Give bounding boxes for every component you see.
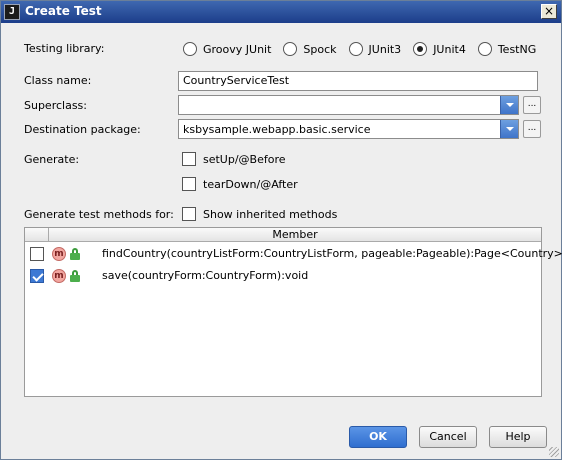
superclass-label: Superclass:	[24, 99, 87, 112]
method-icon: m	[52, 269, 66, 283]
radio-label: Groovy JUnit	[203, 42, 272, 56]
method-signature: save(countryForm:CountryForm):void	[102, 269, 309, 282]
method-signature: findCountry(countryListForm:CountryListF…	[102, 247, 562, 260]
dropdown-arrow-icon[interactable]	[500, 96, 518, 114]
setup-checkbox[interactable]	[182, 152, 196, 166]
class-name-label: Class name:	[24, 74, 92, 87]
table-row[interactable]: m save(countryForm:CountryForm):void	[25, 265, 541, 287]
public-lock-icon	[70, 248, 80, 260]
table-header: Member	[25, 228, 541, 242]
class-name-input[interactable]: CountryServiceTest	[178, 71, 538, 91]
member-table[interactable]: Member m findCountry(countryListForm:Cou…	[24, 227, 562, 397]
testing-library-radio-group: Groovy JUnit Spock JUnit3 JUnit4 TestNG	[183, 39, 548, 59]
intellij-app-icon: J	[4, 4, 20, 20]
table-row[interactable]: m findCountry(countryListForm:CountryLis…	[25, 243, 562, 265]
radio-label: Spock	[303, 42, 337, 56]
radio-label: JUnit4	[433, 42, 466, 56]
teardown-checkbox[interactable]	[182, 177, 196, 191]
row-checkbox[interactable]	[30, 269, 44, 283]
radio-groovy-junit[interactable]: Groovy JUnit	[183, 42, 271, 56]
testing-library-label: Testing library:	[24, 42, 105, 55]
radio-button[interactable]	[348, 42, 363, 56]
resize-grip-icon[interactable]	[549, 447, 559, 457]
superclass-combo[interactable]	[178, 95, 519, 115]
checkbox-column-header[interactable]	[25, 228, 49, 241]
cancel-button[interactable]: Cancel	[419, 426, 477, 448]
radio-junit3[interactable]: JUnit3	[348, 42, 402, 56]
dropdown-arrow-icon[interactable]	[500, 120, 518, 138]
close-button[interactable]: ×	[541, 4, 557, 19]
radio-spock[interactable]: Spock	[283, 42, 337, 56]
destination-package-browse-button[interactable]: ...	[523, 120, 541, 138]
radio-junit4[interactable]: JUnit4	[413, 42, 466, 56]
method-icon: m	[52, 247, 66, 261]
radio-button[interactable]	[413, 42, 428, 56]
radio-testng[interactable]: TestNG	[477, 42, 537, 56]
superclass-browse-button[interactable]: ...	[523, 96, 541, 114]
destination-package-value: ksbysample.webapp.basic.service	[183, 123, 371, 136]
radio-button[interactable]	[477, 42, 492, 56]
member-column-header[interactable]: Member	[49, 228, 541, 241]
teardown-label: tearDown/@After	[203, 178, 298, 191]
radio-button[interactable]	[283, 42, 298, 56]
destination-package-combo[interactable]: ksbysample.webapp.basic.service	[178, 119, 519, 139]
show-inherited-label: Show inherited methods	[203, 208, 338, 221]
window-title: Create Test	[25, 4, 102, 18]
public-lock-icon	[70, 270, 80, 282]
generate-methods-label: Generate test methods for:	[24, 208, 174, 221]
ok-button[interactable]: OK	[349, 426, 407, 448]
radio-button[interactable]	[183, 42, 197, 56]
radio-label: JUnit3	[368, 42, 402, 56]
create-test-dialog: J Create Test × Testing library: Groovy …	[0, 0, 562, 460]
generate-label: Generate:	[24, 153, 80, 166]
setup-label: setUp/@Before	[203, 153, 286, 166]
show-inherited-checkbox[interactable]	[182, 207, 196, 221]
destination-package-label: Destination package:	[24, 123, 141, 136]
title-bar[interactable]: J Create Test ×	[1, 1, 561, 23]
row-checkbox[interactable]	[30, 247, 44, 261]
help-button[interactable]: Help	[489, 426, 547, 448]
radio-label: TestNG	[497, 42, 537, 56]
